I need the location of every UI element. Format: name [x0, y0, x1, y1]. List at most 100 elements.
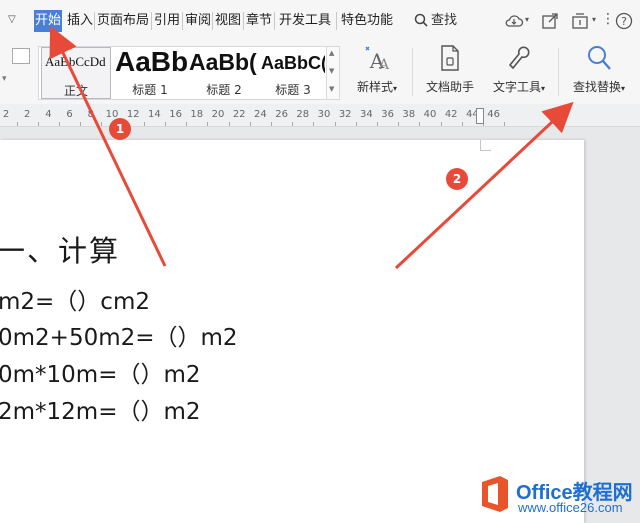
style-heading1[interactable]: AaBb 标题 1 [113, 47, 187, 99]
search-icon [414, 13, 428, 27]
style-heading2-preview: AaBb( [189, 49, 257, 75]
new-style-icon: AA [365, 46, 390, 72]
svg-text:?: ? [621, 15, 627, 28]
tab-chapter[interactable]: 章节 [245, 10, 273, 32]
watermark-logo: Office教程网 www.office26.com [478, 470, 638, 520]
ribbon-left-chevron-icon[interactable]: ▾ [2, 74, 7, 84]
ruler-tick [143, 122, 145, 126]
ruler-tick [461, 122, 463, 126]
style-normal[interactable]: AaBbCcDd 正文 [41, 47, 111, 99]
find-replace-label: 查找替换▾ [572, 80, 626, 94]
ruler-number: 16 [169, 109, 182, 120]
ruler-tick [419, 122, 421, 126]
new-style-button[interactable]: AA 新样式▾ [348, 44, 406, 98]
chevron-up-icon[interactable]: ▲ [329, 49, 334, 57]
ruler-tick [186, 122, 188, 126]
tab-special-features[interactable]: 特色功能 [340, 10, 394, 32]
ruler-number: 30 [317, 109, 331, 120]
ruler-tick [313, 122, 315, 126]
ruler-number: 22 [232, 109, 246, 120]
style-heading1-label: 标题 1 [132, 83, 168, 97]
ruler-tick [355, 122, 357, 126]
ruler-number: 14 [148, 109, 161, 120]
tab-home[interactable]: 开始 [34, 10, 63, 32]
ruler-tick [271, 122, 272, 126]
share-icon[interactable] [540, 12, 560, 30]
indent-marker[interactable] [476, 108, 484, 124]
ruler-number: 34 [360, 109, 373, 120]
ruler-number: 6 [66, 109, 73, 120]
tab-page-layout[interactable]: 页面布局 [96, 10, 150, 32]
menu-divider [212, 12, 213, 30]
new-style-label: 新样式▾ [356, 80, 398, 94]
office-logo-icon [482, 476, 508, 512]
document-page[interactable]: 一、计算 m2=（）cm2 0m2+50m2=（）m2 0m*10m=（）m2 … [0, 140, 584, 523]
text-tools-button[interactable]: 文字工具▾ [486, 44, 552, 98]
svg-text:A: A [378, 57, 390, 72]
ruler-number: 46 [487, 109, 500, 120]
magnifier-icon [588, 46, 611, 70]
horizontal-ruler[interactable]: 2 2 4 6 8 10 12 14 16 18 20 22 24 26 28 30 32 34 36 38 40 42 4… [0, 104, 640, 127]
expand-gallery-icon[interactable]: ▼ [329, 85, 334, 93]
style-pane-icon[interactable] [12, 48, 30, 64]
ruler-tick [16, 122, 18, 126]
tab-references[interactable]: 引用 [153, 10, 181, 32]
quick-access-chevron-icon[interactable]: ▽ [8, 14, 16, 25]
style-gallery: AaBbCcDd 正文 AaBb 标题 1 AaBb( 标题 2 AaBbC( … [38, 46, 340, 100]
ruler-tick [165, 122, 166, 126]
cloud-dropdown-icon[interactable]: ▾ [525, 15, 529, 24]
help-icon[interactable]: ? [614, 12, 634, 30]
margin-corner-mark [480, 140, 491, 151]
tab-review[interactable]: 审阅 [184, 10, 212, 32]
gallery-scrollbar[interactable]: ▲ ▼ ▼ [326, 47, 339, 99]
ruler-tick [228, 122, 230, 126]
more-options-icon[interactable]: ⋮ [601, 11, 615, 27]
ruler-number: 18 [190, 109, 204, 120]
menu-divider [243, 12, 244, 30]
style-normal-label: 正文 [63, 84, 88, 98]
search-command[interactable]: 查找 [414, 10, 457, 32]
ruler-number: 2 [24, 109, 31, 120]
tab-view[interactable]: 视图 [214, 10, 242, 32]
ruler-tick [292, 122, 294, 126]
style-heading3[interactable]: AaBbC( 标题 3 [261, 47, 325, 99]
style-heading3-preview: AaBbC( [261, 53, 325, 73]
document-line: 0m*10m=（）m2 [0, 362, 201, 388]
ruler-tick [80, 122, 82, 126]
ruler-number: 2 [2, 109, 10, 120]
menu-divider [94, 12, 95, 30]
ruler-tick [398, 122, 400, 126]
text-tools-label: 文字工具▾ [492, 80, 546, 94]
ruler-tick [377, 122, 378, 126]
ruler-number: 40 [423, 109, 437, 120]
style-heading3-label: 标题 3 [275, 83, 311, 97]
cloud-sync-icon[interactable] [504, 12, 524, 30]
document-helper-icon [441, 45, 459, 71]
export-icon[interactable] [570, 12, 590, 30]
chevron-down-icon[interactable]: ▼ [329, 67, 334, 75]
style-heading1-preview: AaBb [115, 47, 187, 77]
ruler-tick [59, 122, 60, 126]
menu-divider [182, 12, 183, 30]
find-replace-button[interactable]: 查找替换▾ [566, 44, 632, 98]
ruler-number: 26 [275, 109, 288, 120]
document-line: 2m*12m=（）m2 [0, 399, 201, 425]
tab-developer[interactable]: 开发工具 [278, 10, 332, 32]
ruler-tick [334, 122, 336, 126]
doc-helper-button[interactable]: 文档助手 [420, 44, 480, 98]
ribbon-divider [412, 48, 413, 96]
menu-bar: ▽ 开始 插入 页面布局 引用 审阅 视图 章节 开发工具 特色功能 查找 ▾ … [0, 0, 640, 41]
wrench-icon [508, 46, 530, 70]
watermark-url: www.office26.com [518, 500, 623, 515]
tab-insert[interactable]: 插入 [66, 10, 94, 32]
export-dropdown-icon[interactable]: ▾ [592, 15, 596, 24]
ruler-tick [440, 122, 442, 126]
style-heading2[interactable]: AaBb( 标题 2 [189, 47, 259, 99]
ruler-number: 20 [211, 109, 225, 120]
ruler-tick [101, 122, 103, 126]
ruler-number: 8 [87, 109, 94, 120]
ruler-tick [504, 122, 506, 126]
step-badge-1: 1 [109, 118, 131, 140]
menu-divider [274, 12, 275, 30]
search-label: 查找 [431, 13, 458, 28]
